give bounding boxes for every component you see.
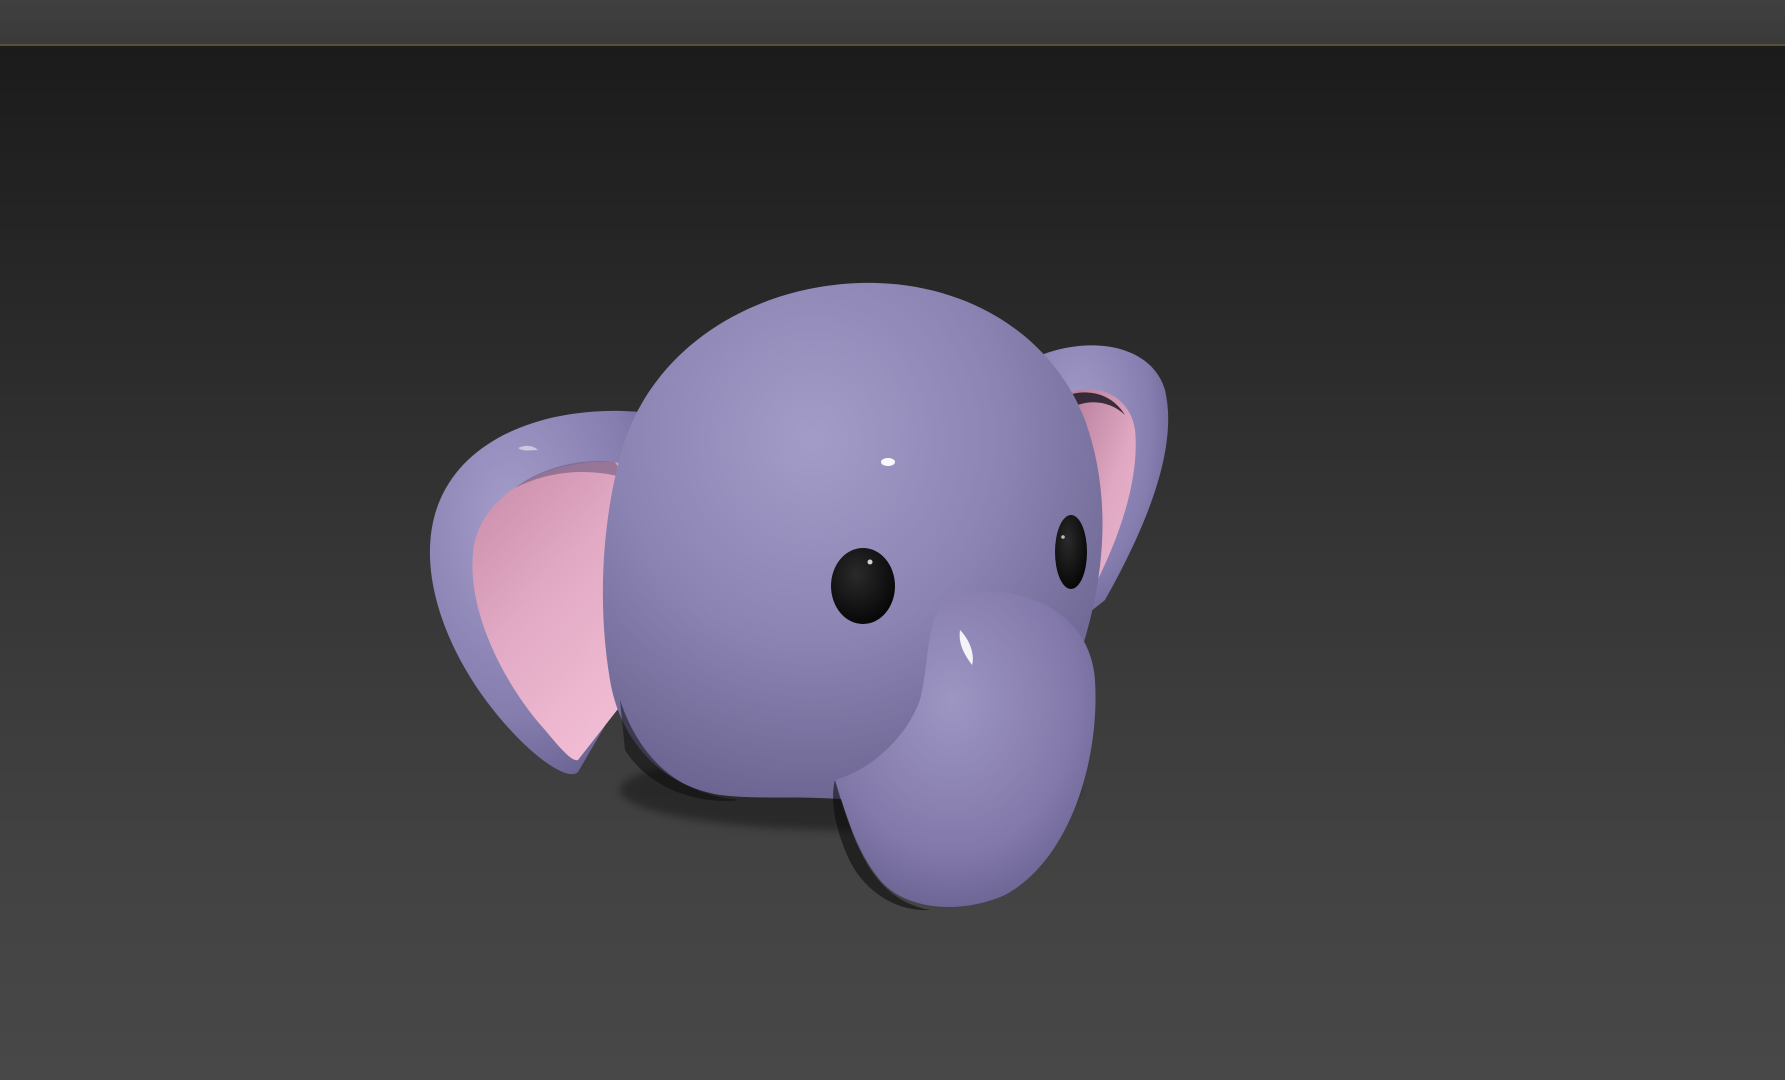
left-eye [831, 548, 895, 624]
top-toolbar [0, 0, 1785, 44]
right-eye [1055, 515, 1087, 589]
head-highlight [881, 458, 895, 466]
3d-viewport[interactable] [0, 48, 1785, 1080]
scene-canvas [429, 282, 1169, 911]
app-window [0, 0, 1785, 1080]
left-eye-glint [867, 559, 873, 565]
right-eye-glint [1061, 535, 1065, 539]
